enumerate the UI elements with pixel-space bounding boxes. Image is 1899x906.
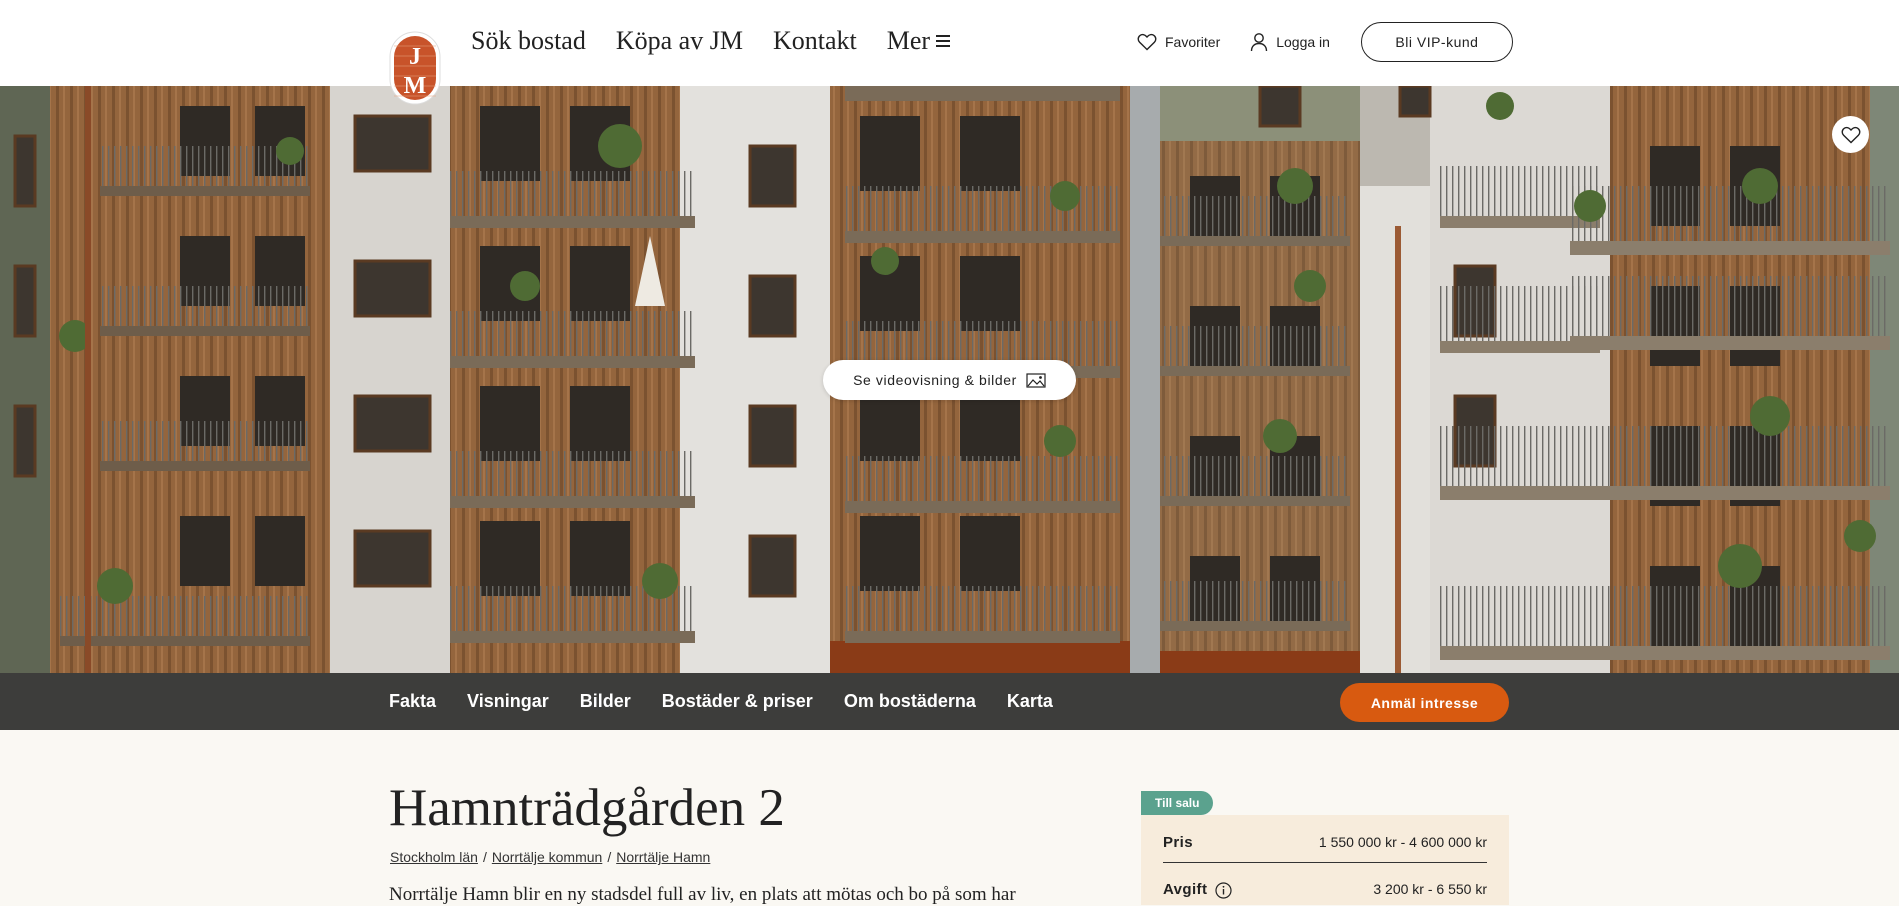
breadcrumb-separator: / <box>607 849 612 865</box>
price-row: Pris 1 550 000 kr - 4 600 000 kr <box>1163 834 1487 851</box>
jm-logo[interactable]: J M <box>389 31 441 105</box>
breadcrumb-item[interactable]: Norrtälje kommun <box>492 849 602 865</box>
register-interest-button[interactable]: Anmäl intresse <box>1340 683 1509 722</box>
page-title: Hamnträdgården 2 <box>389 779 785 837</box>
fee-label-wrap: Avgift <box>1163 881 1232 899</box>
heart-icon <box>1841 126 1860 143</box>
project-subnav: Fakta Visningar Bilder Bostäder & priser… <box>0 673 1899 730</box>
info-icon[interactable] <box>1215 881 1232 899</box>
fee-value: 3 200 kr - 6 550 kr <box>1373 881 1487 897</box>
subnav-visningar[interactable]: Visningar <box>467 691 549 712</box>
vip-button[interactable]: Bli VIP-kund <box>1360 22 1513 62</box>
breadcrumb-item[interactable]: Stockholm län <box>390 849 478 865</box>
main-nav: Sök bostad Köpa av JM Kontakt Mer <box>471 26 980 56</box>
subnav-links: Fakta Visningar Bilder Bostäder & priser… <box>389 673 1084 730</box>
favorites-label: Favoriter <box>1165 34 1221 50</box>
favorite-project-button[interactable] <box>1832 116 1869 153</box>
subnav-bostader-priser[interactable]: Bostäder & priser <box>662 691 813 712</box>
video-gallery-label: Se videovisning & bilder <box>853 372 1017 388</box>
subnav-karta[interactable]: Karta <box>1007 691 1053 712</box>
fee-label: Avgift <box>1163 881 1208 898</box>
fee-row: Avgift 3 200 kr - 6 550 kr <box>1163 881 1487 899</box>
status-badge: Till salu <box>1141 791 1214 815</box>
site-header: Sök bostad Köpa av JM Kontakt Mer Favori… <box>0 0 1899 86</box>
breadcrumb-separator: / <box>482 849 487 865</box>
nav-mer[interactable]: Mer <box>886 26 951 56</box>
login-link[interactable]: Logga in <box>1250 32 1330 52</box>
image-icon <box>1026 372 1046 388</box>
price-summary: Pris 1 550 000 kr - 4 600 000 kr Avgift … <box>1141 815 1509 905</box>
hero-image: Se videovisning & bilder <box>0 86 1899 673</box>
nav-mer-label: Mer <box>886 26 931 55</box>
price-value: 1 550 000 kr - 4 600 000 kr <box>1318 834 1487 850</box>
heart-icon <box>1137 33 1157 51</box>
header-actions: Favoriter Logga in Bli VIP-kund <box>1137 22 1513 62</box>
favorites-link[interactable]: Favoriter <box>1137 33 1220 51</box>
subnav-om-bostaderna[interactable]: Om bostäderna <box>844 691 976 712</box>
price-label: Pris <box>1163 834 1193 851</box>
divider <box>1163 862 1487 863</box>
breadcrumb: Stockholm län / Norrtälje kommun / Norrtälje… <box>390 849 710 865</box>
subnav-bilder[interactable]: Bilder <box>580 691 631 712</box>
subnav-fakta[interactable]: Fakta <box>389 691 436 712</box>
nav-kontakt[interactable]: Kontakt <box>773 26 857 56</box>
nav-kopa-av-jm[interactable]: Köpa av JM <box>616 26 743 56</box>
intro-text: Norrtälje Hamn blir en ny stadsdel full … <box>389 884 1016 905</box>
login-label: Logga in <box>1276 34 1330 50</box>
user-icon <box>1251 33 1268 52</box>
svg-text:J: J <box>409 44 421 70</box>
nav-sok-bostad[interactable]: Sök bostad <box>471 26 586 56</box>
hamburger-icon <box>936 32 951 50</box>
svg-text:M: M <box>404 73 427 99</box>
video-gallery-button[interactable]: Se videovisning & bilder <box>823 360 1076 400</box>
breadcrumb-item[interactable]: Norrtälje Hamn <box>616 849 710 865</box>
